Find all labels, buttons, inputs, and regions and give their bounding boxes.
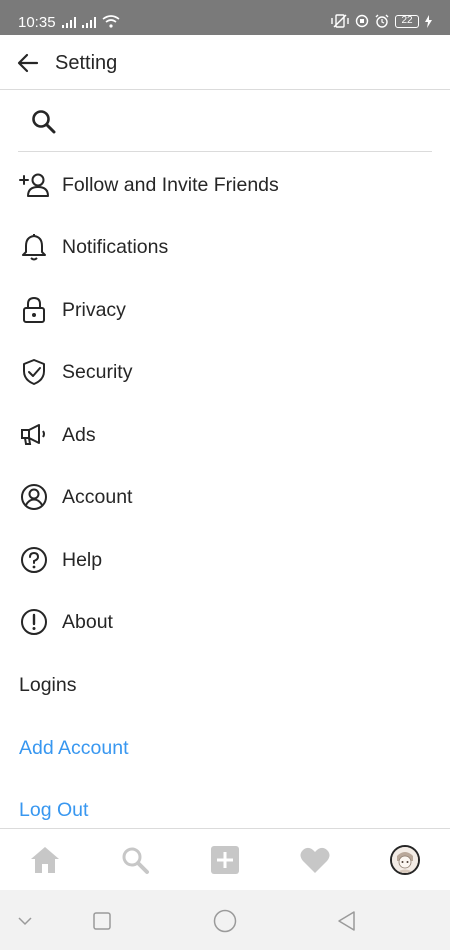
nav-home[interactable] — [28, 843, 62, 877]
page-title: Setting — [55, 52, 118, 74]
search-icon — [122, 847, 149, 874]
search-bar — [18, 92, 432, 152]
system-collapse-button[interactable] — [12, 908, 38, 934]
avatar — [390, 845, 420, 875]
circle-icon — [213, 909, 237, 933]
search-input[interactable] — [68, 102, 423, 142]
menu-label: Notifications — [62, 235, 169, 258]
system-recents-button[interactable] — [89, 908, 115, 934]
wifi-icon — [102, 15, 120, 28]
heart-icon — [300, 847, 330, 873]
menu-label: Privacy — [62, 298, 126, 321]
nav-add-post[interactable] — [208, 843, 242, 877]
add-person-icon — [18, 169, 50, 201]
menu-item-notifications[interactable]: Notifications — [0, 216, 450, 278]
battery-indicator: 22 — [395, 14, 419, 28]
log-out-link[interactable]: Log Out — [19, 799, 88, 822]
data-saver-icon — [355, 14, 369, 28]
status-left-icons — [62, 15, 120, 28]
add-post-icon — [211, 846, 239, 874]
menu-item-follow-invite[interactable]: Follow and Invite Friends — [0, 154, 450, 216]
megaphone-icon — [18, 419, 50, 451]
menu-item-security[interactable]: Security — [0, 341, 450, 403]
signal-icon — [62, 17, 76, 28]
triangle-back-icon — [338, 911, 355, 931]
menu-label: Security — [62, 360, 133, 383]
chevron-down-icon — [18, 917, 32, 926]
logins-heading: Logins — [19, 674, 77, 696]
menu-item-ads[interactable]: Ads — [0, 404, 450, 466]
vibrate-off-icon — [331, 14, 349, 28]
lock-icon — [18, 294, 50, 326]
nav-search[interactable] — [118, 843, 152, 877]
system-home-button[interactable] — [212, 908, 238, 934]
help-circle-icon — [18, 544, 50, 576]
menu-item-privacy[interactable]: Privacy — [0, 279, 450, 341]
status-right-icons: 22 — [331, 14, 432, 28]
menu-item-help[interactable]: Help — [0, 529, 450, 591]
nav-profile[interactable] — [388, 843, 422, 877]
status-bar: 10:35 22 — [0, 0, 450, 35]
search-icon — [30, 108, 58, 136]
add-account-link[interactable]: Add Account — [19, 737, 129, 760]
square-icon — [93, 912, 111, 930]
info-circle-icon — [18, 606, 50, 638]
system-back-button[interactable] — [334, 908, 360, 934]
menu-item-account[interactable]: Account — [0, 466, 450, 528]
arrow-left-icon — [17, 53, 39, 73]
bottom-nav — [0, 828, 450, 890]
menu-label: Account — [62, 485, 133, 508]
back-button[interactable] — [14, 49, 42, 77]
charging-icon — [425, 14, 432, 28]
user-circle-icon — [18, 481, 50, 513]
bell-icon — [18, 231, 50, 263]
app-header: Setting — [0, 35, 450, 90]
nav-activity[interactable] — [298, 843, 332, 877]
home-icon — [31, 847, 59, 873]
status-time: 10:35 — [18, 14, 56, 31]
alarm-icon — [375, 14, 389, 28]
menu-item-about[interactable]: About — [0, 591, 450, 653]
menu-label: About — [62, 610, 113, 633]
system-nav-bar — [0, 890, 450, 950]
menu-label: Ads — [62, 423, 96, 446]
signal-icon — [82, 17, 96, 28]
menu-label: Follow and Invite Friends — [62, 173, 279, 196]
shield-check-icon — [18, 356, 50, 388]
menu-label: Help — [62, 548, 103, 571]
